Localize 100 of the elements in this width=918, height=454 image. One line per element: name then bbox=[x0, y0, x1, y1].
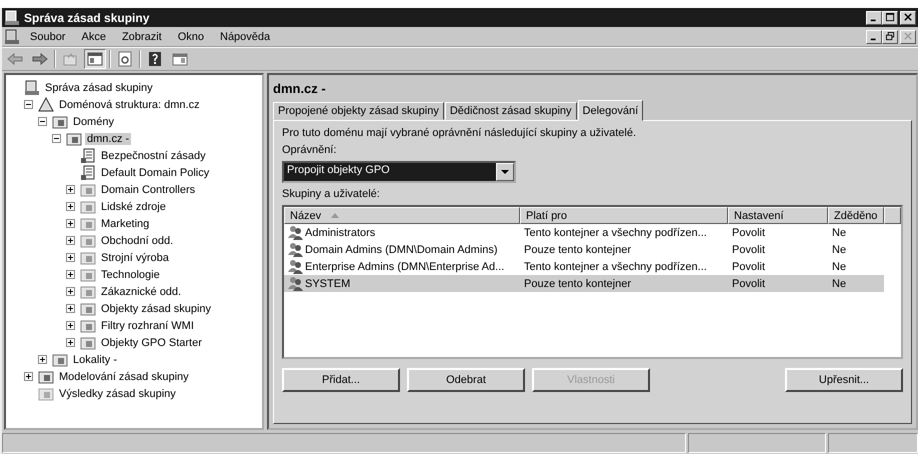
list-row[interactable]: SYSTEM Pouze tento kontejner Povolit Ne bbox=[284, 275, 884, 292]
tree-item[interactable]: Marketing bbox=[99, 218, 152, 230]
tree-item[interactable]: Bezpečnostní zásady bbox=[99, 150, 208, 162]
restore-button[interactable] bbox=[882, 30, 898, 44]
restore-icon bbox=[886, 32, 894, 41]
tree-item[interactable]: Objekty zásad skupiny bbox=[99, 302, 214, 314]
tree-item[interactable]: Domain Controllers bbox=[99, 184, 198, 196]
folder-icon bbox=[52, 114, 68, 130]
document-icon bbox=[80, 164, 96, 180]
expand-icon[interactable] bbox=[66, 338, 75, 347]
table-cell: Povolit bbox=[732, 278, 766, 290]
tree-item[interactable]: Modelování zásad skupiny bbox=[57, 370, 191, 382]
dialog-button[interactable]: Upřesnit... bbox=[785, 368, 903, 392]
expand-icon[interactable] bbox=[66, 219, 75, 228]
minimize-button[interactable] bbox=[866, 10, 882, 24]
expand-icon[interactable] bbox=[24, 372, 33, 381]
pane-title: dmn.cz - bbox=[273, 81, 327, 96]
folder-icon bbox=[80, 198, 96, 214]
tree-item[interactable]: Lokality - bbox=[71, 354, 120, 366]
tree-item[interactable]: Doménová struktura: dmn.cz bbox=[57, 98, 202, 110]
tree-item[interactable]: Technologie bbox=[99, 268, 162, 280]
expand-icon[interactable] bbox=[66, 202, 75, 211]
tab[interactable]: Propojené objekty zásad skupiny bbox=[273, 102, 444, 120]
close-button[interactable] bbox=[900, 10, 916, 24]
list-row[interactable]: Domain Admins (DMN\Domain Admins) Pouze tento kontejner Povolit Ne bbox=[284, 241, 884, 258]
list-row[interactable]: Administrators Tento kontejner a všechny podřízen... Povolit Ne bbox=[284, 224, 884, 241]
folder-icon bbox=[38, 368, 54, 384]
table-cell: Administrators bbox=[305, 226, 376, 238]
tree-item[interactable]: Default Domain Policy bbox=[99, 166, 212, 178]
table-cell: SYSTEM bbox=[305, 278, 350, 290]
minimize-button[interactable] bbox=[866, 30, 882, 44]
tab[interactable]: Dědičnost zásad skupiny bbox=[444, 102, 577, 120]
folder-icon bbox=[80, 318, 96, 334]
expand-icon[interactable] bbox=[66, 270, 75, 279]
menu-item[interactable]: Nápověda bbox=[214, 30, 276, 42]
folder-icon bbox=[80, 284, 96, 300]
field-label: Oprávnění: bbox=[282, 144, 338, 156]
tree-item[interactable]: Filtry rozhraní WMI bbox=[99, 320, 196, 332]
expand-icon[interactable] bbox=[66, 253, 75, 262]
column-header[interactable]: Název bbox=[284, 207, 520, 224]
users-icon bbox=[288, 224, 304, 240]
tree-item[interactable]: Strojní výroba bbox=[99, 252, 171, 264]
folder-icon bbox=[38, 386, 54, 402]
table-cell: Povolit bbox=[732, 260, 766, 272]
folder-icon bbox=[80, 266, 96, 282]
window-title: Správa zásad skupiny bbox=[24, 10, 150, 24]
menu-item[interactable]: Akce bbox=[75, 30, 112, 42]
folder-icon bbox=[80, 232, 96, 248]
menu-item[interactable]: Okno bbox=[172, 30, 210, 42]
table-cell: Tento kontejner a všechny podřízen... bbox=[524, 226, 707, 238]
description-text: Pro tuto doménu mají vybrané oprávnění následující skupiny a uživatelé. bbox=[282, 127, 638, 139]
collapse-icon[interactable] bbox=[24, 100, 33, 109]
expand-icon[interactable] bbox=[66, 287, 75, 296]
console-icon bbox=[24, 80, 40, 96]
console-icon bbox=[4, 10, 20, 26]
close-button[interactable] bbox=[900, 30, 916, 44]
tree-item[interactable]: Výsledky zásad skupiny bbox=[57, 388, 178, 400]
folder-icon bbox=[80, 182, 96, 198]
table-cell: Enterprise Admins (DMN\Enterprise Ad... bbox=[305, 260, 504, 272]
permission-dropdown[interactable]: Propojit objekty GPO bbox=[282, 161, 516, 183]
table-cell: Pouze tento kontejner bbox=[524, 244, 632, 256]
column-header[interactable]: Platí pro bbox=[520, 207, 728, 224]
folder-icon bbox=[80, 216, 96, 232]
tree-item[interactable]: Objekty GPO Starter bbox=[99, 336, 204, 348]
menu-item[interactable]: Soubor bbox=[24, 30, 72, 42]
tree-item[interactable]: Obchodní odd. bbox=[99, 234, 176, 246]
table-cell: Ne bbox=[832, 244, 846, 256]
column-header[interactable]: Nastavení bbox=[728, 207, 828, 224]
tab[interactable]: Delegování bbox=[578, 100, 644, 121]
expand-icon[interactable] bbox=[38, 355, 47, 364]
triangle-icon bbox=[38, 96, 54, 112]
expand-icon[interactable] bbox=[66, 321, 75, 330]
dialog-button[interactable]: Přidat... bbox=[282, 368, 400, 392]
close-icon bbox=[904, 13, 912, 22]
table-cell: Ne bbox=[832, 260, 846, 272]
list-label: Skupiny a uživatelé: bbox=[282, 188, 381, 200]
list-row[interactable]: Enterprise Admins (DMN\Enterprise Ad... Tento kontejner a všechny podřízen... Povolit Ne bbox=[284, 258, 884, 275]
tree-item[interactable]: Domény bbox=[71, 116, 116, 128]
collapse-icon[interactable] bbox=[38, 117, 47, 126]
expand-icon[interactable] bbox=[66, 304, 75, 313]
expand-icon[interactable] bbox=[66, 185, 75, 194]
table-cell: Tento kontejner a všechny podřízen... bbox=[524, 260, 707, 272]
folder-icon bbox=[80, 334, 96, 350]
tree-item[interactable]: Lidské zdroje bbox=[99, 200, 168, 212]
tree-item[interactable]: dmn.cz - bbox=[85, 132, 132, 144]
maximize-icon bbox=[886, 13, 894, 22]
column-header[interactable]: Zděděno bbox=[828, 207, 884, 224]
users-icon bbox=[288, 258, 304, 274]
users-icon bbox=[288, 276, 304, 292]
tree-item[interactable]: Správa zásad skupiny bbox=[43, 82, 155, 94]
expand-icon[interactable] bbox=[66, 236, 75, 245]
dialog-button[interactable]: Odebrat bbox=[407, 368, 525, 392]
tree-item[interactable]: Zákaznické odd. bbox=[99, 286, 184, 298]
document-icon bbox=[80, 148, 96, 164]
pane-toggle-icon[interactable] bbox=[84, 49, 106, 69]
maximize-button[interactable] bbox=[882, 10, 898, 24]
menu-item[interactable]: Zobrazit bbox=[116, 30, 168, 42]
table-cell: Ne bbox=[832, 278, 846, 290]
console-icon bbox=[4, 28, 20, 44]
collapse-icon[interactable] bbox=[52, 134, 61, 143]
